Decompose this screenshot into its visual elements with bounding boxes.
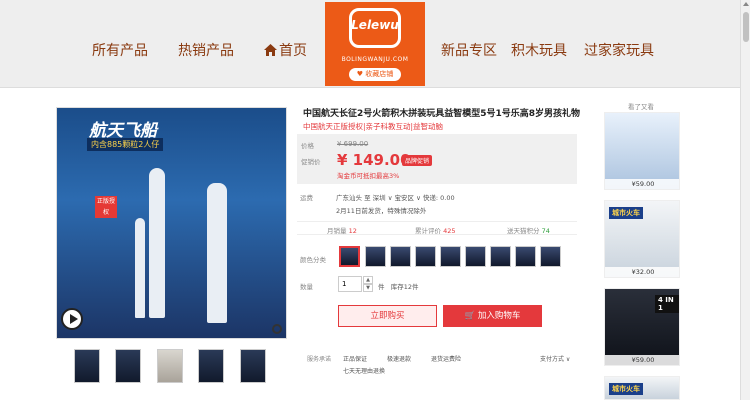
review-count[interactable]: 累计评价 425 bbox=[415, 225, 456, 235]
service-fast-refund[interactable]: 极速退款 bbox=[387, 354, 411, 363]
promo-price-label: 促销价 bbox=[301, 158, 321, 166]
nav-holiday-toys[interactable]: 过家家玩具 bbox=[584, 40, 654, 60]
promo-tag: 品牌促销 bbox=[402, 155, 433, 166]
also-viewed-title: 看了又看 bbox=[628, 103, 654, 111]
shipping-note: 2月11日前发货，特殊情况除外 bbox=[336, 207, 427, 215]
current-price: ¥ 149.00 bbox=[337, 151, 411, 169]
store-logo[interactable]: Lelewu BOLINGWANJU.COM ♥ 收藏店铺 bbox=[325, 2, 425, 86]
quantity-input[interactable]: 1 bbox=[338, 276, 362, 292]
favorite-store-label: 收藏店铺 bbox=[365, 70, 394, 78]
top-nav-bar: 所有产品 热销产品 首页 新品专区 积木玩具 过家家玩具 Lelewu BOLI… bbox=[0, 0, 740, 88]
quantity-increase[interactable]: ▲ bbox=[363, 276, 373, 284]
color-option-5[interactable] bbox=[440, 246, 461, 267]
logo-brand-text: Lelewu bbox=[351, 18, 399, 32]
nav-home-label: 首页 bbox=[279, 43, 307, 59]
reward-points: 送天猫积分 74 bbox=[507, 227, 550, 235]
add-to-cart-button[interactable]: 🛒 加入购物车 bbox=[443, 305, 542, 327]
recommendation-price: ¥32.00 bbox=[605, 267, 679, 277]
quantity-decrease[interactable]: ▼ bbox=[363, 284, 373, 292]
product-subtitle[interactable]: 中国航天正版授权|亲子科教互动|益智动脑 bbox=[303, 121, 443, 132]
rocket-left bbox=[149, 168, 165, 318]
quantity-unit-stock: 件 库存12件 bbox=[378, 283, 419, 291]
color-label: 颜色分类 bbox=[300, 256, 326, 264]
thumbnail-5[interactable] bbox=[240, 349, 266, 383]
recommendation-caption: 城市火车 bbox=[609, 383, 643, 395]
product-title: 中国航天长征2号火箭积木拼装玩具益智模型5号1号乐高8岁男孩礼物 bbox=[303, 109, 581, 119]
image-subtitle: 内含885颗粒2人仔 bbox=[87, 138, 164, 151]
page-scrollbar[interactable] bbox=[740, 0, 750, 400]
recommendation-price: ¥59.00 bbox=[605, 179, 679, 189]
color-option-3[interactable] bbox=[390, 246, 411, 267]
recommendation-caption: 4 IN 1 bbox=[655, 295, 679, 313]
color-option-7[interactable] bbox=[490, 246, 511, 267]
color-option-6[interactable] bbox=[465, 246, 486, 267]
recommendation-caption: 城市火车 bbox=[609, 207, 643, 219]
rocket-right bbox=[207, 183, 227, 323]
nav-all-products[interactable]: 所有产品 bbox=[92, 40, 148, 60]
service-seven-day[interactable]: 七天无理由退换 bbox=[343, 366, 385, 375]
color-option-1[interactable] bbox=[339, 246, 360, 267]
home-icon bbox=[264, 44, 277, 56]
thumbnail-3[interactable] bbox=[157, 349, 183, 383]
nav-home[interactable]: 首页 bbox=[264, 40, 307, 60]
product-page: 所有产品 热销产品 首页 新品专区 积木玩具 过家家玩具 Lelewu BOLI… bbox=[0, 0, 750, 400]
color-option-9[interactable] bbox=[540, 246, 561, 267]
license-stamp: 正版授权 bbox=[95, 196, 117, 218]
favorite-store-button[interactable]: ♥ 收藏店铺 bbox=[349, 68, 401, 81]
main-product-image[interactable]: 航天飞船 内含885颗粒2人仔 正版授权 bbox=[56, 107, 287, 339]
buy-now-button[interactable]: 立即购买 bbox=[338, 305, 437, 327]
color-option-2[interactable] bbox=[365, 246, 386, 267]
monthly-sales: 月销量 12 bbox=[327, 227, 357, 235]
nav-new-area[interactable]: 新品专区 bbox=[441, 40, 497, 60]
recommendation-2[interactable]: 城市火车 ¥32.00 bbox=[604, 200, 680, 278]
original-price: ¥ 699.00 bbox=[337, 140, 369, 148]
logo-url-text: BOLINGWANJU.COM bbox=[341, 56, 409, 63]
recommendation-4[interactable]: 城市火车 bbox=[604, 376, 680, 400]
price-label: 价格 bbox=[301, 142, 314, 150]
thumbnail-4[interactable] bbox=[198, 349, 224, 383]
nav-hot-products[interactable]: 热销产品 bbox=[178, 40, 234, 60]
service-genuine[interactable]: 正品保证 bbox=[343, 354, 367, 363]
recommendation-price: ¥59.00 bbox=[605, 355, 679, 365]
shipping-label: 运费 bbox=[300, 194, 313, 202]
payment-method[interactable]: 支付方式 ∨ bbox=[540, 354, 570, 363]
thumbnail-1[interactable] bbox=[74, 349, 100, 383]
thumbnail-2[interactable] bbox=[115, 349, 141, 383]
sales-stats: 月销量 12 累计评价 425 送天猫积分 74 bbox=[297, 221, 577, 235]
quantity-label: 数量 bbox=[300, 283, 313, 291]
nav-block-toys[interactable]: 积木玩具 bbox=[511, 40, 567, 60]
add-to-cart-label: 加入购物车 bbox=[477, 311, 521, 321]
recommendation-3[interactable]: 4 IN 1 ¥59.00 bbox=[604, 288, 680, 366]
price-box: 价格 ¥ 699.00 促销价 ¥ 149.00 品牌促销 淘金币可抵扣最高3% bbox=[297, 134, 577, 184]
recommendation-1[interactable]: ¥59.00 bbox=[604, 112, 680, 190]
scroll-up-arrow-icon[interactable] bbox=[743, 2, 749, 6]
zoom-icon[interactable] bbox=[272, 324, 282, 334]
booster bbox=[135, 218, 145, 318]
color-option-4[interactable] bbox=[415, 246, 436, 267]
play-video-icon[interactable] bbox=[61, 308, 83, 330]
points-note: 淘金币可抵扣最高3% bbox=[337, 172, 400, 180]
color-option-8[interactable] bbox=[515, 246, 536, 267]
scrollbar-thumb[interactable] bbox=[743, 12, 749, 42]
service-label: 服务承诺 bbox=[307, 356, 332, 363]
service-return-insurance[interactable]: 退货运费险 bbox=[431, 354, 461, 363]
shipping-from[interactable]: 广东汕头 至 深圳 ∨ 宝安区 ∨ 快递: 0.00 bbox=[336, 192, 455, 202]
